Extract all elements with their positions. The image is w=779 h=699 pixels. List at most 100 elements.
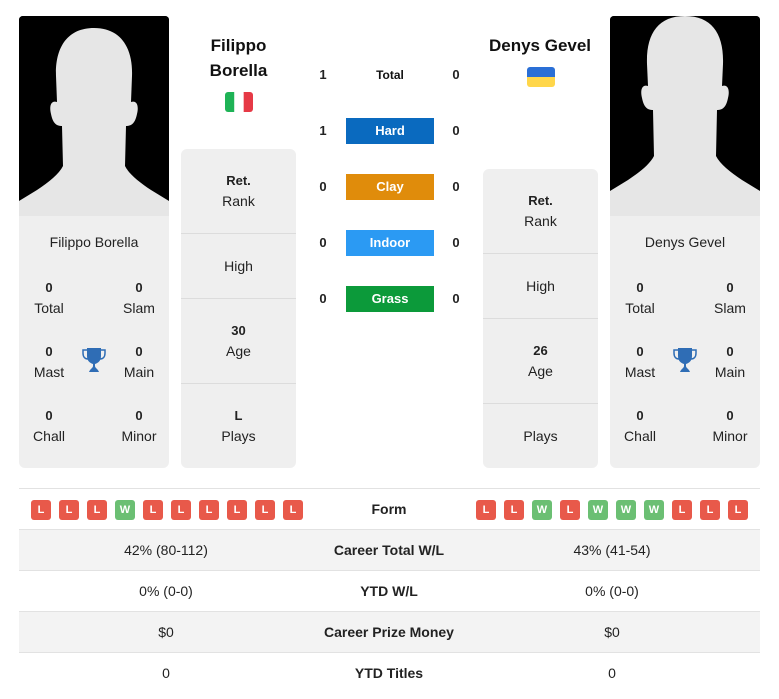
comparison-label: Career Prize Money: [324, 624, 454, 640]
form-loss-badge[interactable]: L: [227, 500, 247, 520]
titles-total-label: Total: [625, 300, 655, 316]
info-high-label: High: [224, 258, 253, 274]
form-loss-badge[interactable]: L: [59, 500, 79, 520]
player-left-name[interactable]: Filippo Borella: [181, 33, 296, 83]
form-row: LLLWLLLLLL Form LLWLWWWLLL: [19, 489, 760, 529]
h2h-right-count: 0: [452, 67, 460, 82]
h2h-indoor-row: 0 Indoor 0: [300, 230, 480, 256]
player-left-form: LLLWLLLLLL: [31, 500, 303, 520]
form-loss-badge[interactable]: L: [672, 500, 692, 520]
comparison-row-ytd-titles: 0 YTD Titles 0: [19, 652, 760, 693]
surface-indoor-badge[interactable]: Indoor: [346, 230, 434, 256]
player-left-card-name[interactable]: Filippo Borella: [19, 234, 169, 250]
titles-slam: 0 Slam: [700, 278, 760, 318]
titles-main-value: 0: [135, 344, 143, 359]
surface-grass-badge[interactable]: Grass: [346, 286, 434, 312]
h2h-left-count: 1: [319, 67, 327, 82]
titles-slam: 0 Slam: [109, 278, 169, 318]
info-rank: Ret. Rank: [483, 169, 598, 254]
player-right-photo: [610, 16, 760, 216]
titles-slam-label: Slam: [714, 300, 746, 316]
titles-chall-label: Chall: [624, 428, 656, 444]
info-plays-label: Plays: [523, 428, 558, 444]
titles-minor: 0 Minor: [109, 406, 169, 446]
form-label: Form: [371, 501, 407, 517]
form-loss-badge[interactable]: L: [171, 500, 191, 520]
titles-mast: 0 Mast: [19, 342, 79, 382]
info-rank: Ret. Rank: [181, 149, 296, 234]
h2h-total-row: 1 Total 0: [300, 62, 480, 88]
italy-flag-icon: [225, 92, 253, 112]
info-age-label: Age: [528, 363, 553, 379]
player-right-form: LLWLWWWLLL: [476, 500, 748, 520]
h2h-right-count: 0: [452, 235, 460, 250]
form-win-badge[interactable]: W: [532, 500, 552, 520]
surface-clay-badge[interactable]: Clay: [346, 174, 434, 200]
h2h-clay-row: 0 Clay 0: [300, 174, 480, 200]
player-left-value: $0: [158, 624, 174, 640]
surface-hard-badge[interactable]: Hard: [346, 118, 434, 144]
titles-main-label: Main: [714, 364, 746, 380]
player-right-value: 0% (0-0): [585, 583, 639, 599]
h2h-hard-row: 1 Hard 0: [300, 118, 480, 144]
titles-total-value: 0: [45, 280, 53, 295]
form-loss-badge[interactable]: L: [87, 500, 107, 520]
form-loss-badge[interactable]: L: [283, 500, 303, 520]
info-age: 30 Age: [181, 299, 296, 384]
form-win-badge[interactable]: W: [115, 500, 135, 520]
form-loss-badge[interactable]: L: [728, 500, 748, 520]
titles-mast: 0 Mast: [610, 342, 670, 382]
titles-mast-label: Mast: [33, 364, 65, 380]
player-left-first-name: Filippo: [210, 36, 267, 55]
player-right-info-card: Ret. Rank High 26 Age Plays: [483, 169, 598, 468]
player-left-value: 0% (0-0): [139, 583, 193, 599]
titles-chall-label: Chall: [33, 428, 65, 444]
h2h-right-count: 0: [452, 291, 460, 306]
titles-minor-value: 0: [135, 408, 143, 423]
comparison-row-ytd-wl: 0% (0-0) YTD W/L 0% (0-0): [19, 570, 760, 611]
form-loss-badge[interactable]: L: [255, 500, 275, 520]
titles-minor: 0 Minor: [700, 406, 760, 446]
form-loss-badge[interactable]: L: [504, 500, 524, 520]
form-loss-badge[interactable]: L: [31, 500, 51, 520]
info-age-value: 26: [533, 343, 548, 358]
titles-main: 0 Main: [109, 342, 169, 382]
trophy-icon: [82, 348, 106, 372]
trophy-icon: [673, 348, 697, 372]
info-age-value: 30: [231, 323, 246, 338]
player-right-name[interactable]: Denys Gevel: [470, 33, 610, 58]
info-high: High: [483, 254, 598, 319]
comparison-row-prize-money: $0 Career Prize Money $0: [19, 611, 760, 652]
form-win-badge[interactable]: W: [588, 500, 608, 520]
player-right-value: 0: [608, 665, 616, 681]
form-loss-badge[interactable]: L: [199, 500, 219, 520]
player-right-value: 43% (41-54): [573, 542, 651, 558]
info-rank-value: Ret.: [528, 193, 553, 208]
form-loss-badge[interactable]: L: [700, 500, 720, 520]
titles-mast-value: 0: [636, 344, 644, 359]
form-loss-badge[interactable]: L: [143, 500, 163, 520]
form-loss-badge[interactable]: L: [560, 500, 580, 520]
titles-mast-value: 0: [45, 344, 53, 359]
form-win-badge[interactable]: W: [644, 500, 664, 520]
form-win-badge[interactable]: W: [616, 500, 636, 520]
titles-slam-label: Slam: [123, 300, 155, 316]
titles-minor-label: Minor: [712, 428, 748, 444]
h2h-total-label: Total: [376, 68, 404, 82]
titles-main-value: 0: [726, 344, 734, 359]
comparison-label: Career Total W/L: [333, 542, 445, 558]
info-age: 26 Age: [483, 319, 598, 404]
titles-total: 0 Total: [19, 278, 79, 318]
info-age-label: Age: [226, 343, 251, 359]
info-plays: Plays: [483, 404, 598, 468]
player-left-titles-card: Filippo Borella 0 Total 0 Slam 0 Mast 0 …: [19, 216, 169, 468]
h2h-right-count: 0: [452, 123, 460, 138]
player-left-photo: [19, 16, 169, 216]
info-plays: L Plays: [181, 384, 296, 468]
h2h-right-count: 0: [452, 179, 460, 194]
form-loss-badge[interactable]: L: [476, 500, 496, 520]
h2h-left-count: 1: [319, 123, 327, 138]
player-right-card-name[interactable]: Denys Gevel: [610, 234, 760, 250]
info-high-label: High: [526, 278, 555, 294]
titles-total-label: Total: [34, 300, 64, 316]
